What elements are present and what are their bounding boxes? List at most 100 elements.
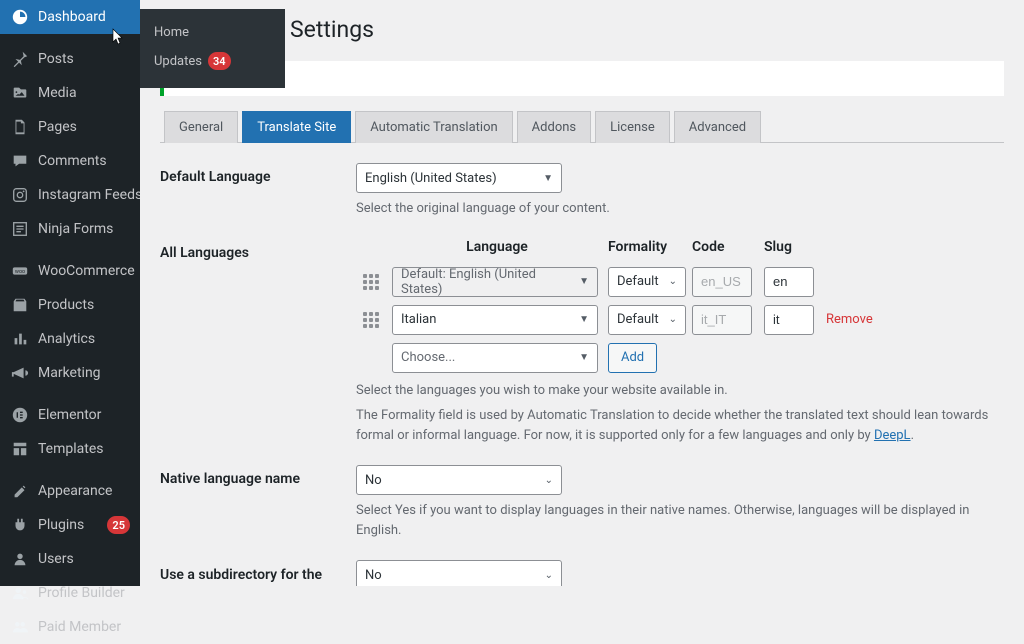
sidebar-item-label: Appearance [38,483,130,499]
settings-tabs: GeneralTranslate SiteAutomatic Translati… [160,110,1004,143]
sidebar-item-label: Users [38,551,130,567]
products-icon [10,295,30,315]
tab-translate-site[interactable]: Translate Site [242,111,351,143]
language-row: Default: English (United States)▼Default… [356,267,1004,297]
all-languages-help-2: The Formality field is used by Automatic… [356,406,1004,445]
submenu-updates[interactable]: Updates 34 [140,46,285,76]
sidebar-item-label: Analytics [38,331,130,347]
language-select-value: Italian [401,312,436,327]
admin-sidebar: Dashboard Posts Media Pages Comments Instagra… [0,0,140,586]
language-select-value: Default: English (United States) [401,267,571,297]
sidebar-item-label: Ninja Forms [38,221,130,237]
col-formality: Formality [608,239,686,255]
sidebar-item-comments[interactable]: Comments [0,144,140,178]
chevron-down-icon: ⌄ [544,475,553,486]
sidebar-item-templates[interactable]: Templates [0,432,140,466]
dashboard-submenu: Home Updates 34 [140,9,285,88]
sidebar-item-appearance[interactable]: Appearance [0,474,140,508]
all-languages-label: All Languages [160,239,356,261]
drag-handle-icon[interactable] [356,274,386,290]
settings-notice [160,61,1004,96]
add-language-placeholder: Choose... [401,350,455,365]
dashboard-icon [10,7,30,27]
default-language-help: Select the original language of your con… [356,199,1004,219]
default-language-value: English (United States) [365,171,497,186]
deepl-link[interactable]: DeepL [874,428,911,443]
sidebar-item-instagram-feeds[interactable]: Instagram Feeds [0,178,140,212]
sidebar-item-elementor[interactable]: Elementor [0,398,140,432]
media-icon [10,83,30,103]
submenu-updates-label: Updates [154,54,202,69]
col-language: Language [392,239,602,255]
chevron-down-icon: ⌄ [668,276,677,287]
drag-handle-icon[interactable] [356,312,386,328]
sidebar-item-profile-builder[interactable]: Profile Builder [0,576,140,610]
language-code-input [692,305,752,335]
sidebar-item-plugins[interactable]: Plugins25 [0,508,140,542]
default-language-select[interactable]: English (United States) ▼ [356,163,562,193]
formality-value: Default [617,312,659,327]
subdirectory-select[interactable]: No ⌄ [356,560,562,586]
analytics-icon [10,329,30,349]
language-select[interactable]: Italian▼ [392,305,598,335]
submenu-home[interactable]: Home [140,19,285,46]
language-slug-input[interactable] [764,305,814,335]
appearance-icon [10,481,30,501]
paidmember-icon [10,617,30,637]
chevron-down-icon: ▼ [579,276,589,287]
native-language-name-help: Select Yes if you want to display langua… [356,501,1004,540]
language-table-header: Language Formality Code Slug [356,239,1004,255]
instagram-icon [10,185,30,205]
col-code: Code [692,239,758,255]
submenu-home-label: Home [154,25,189,40]
elementor-icon [10,405,30,425]
tab-general[interactable]: General [164,111,238,143]
sidebar-item-label: Instagram Feeds [38,187,142,203]
page-icon [10,117,30,137]
sidebar-item-label: Media [38,85,130,101]
formality-value: Default [617,274,659,289]
add-language-button[interactable]: Add [608,343,657,373]
settings-form: Default Language English (United States)… [160,163,1004,586]
sidebar-item-posts[interactable]: Posts [0,42,140,76]
chevron-down-icon: ⌄ [544,570,553,581]
add-language-select[interactable]: Choose... ▼ [392,343,598,373]
default-language-label: Default Language [160,163,356,185]
tab-addons[interactable]: Addons [517,111,591,143]
language-select[interactable]: Default: English (United States) ▼ [392,267,598,297]
tab-license[interactable]: License [595,111,670,143]
sidebar-item-users[interactable]: Users [0,542,140,576]
remove-language-link[interactable]: Remove [826,312,892,327]
user-icon [10,549,30,569]
tab-advanced[interactable]: Advanced [674,111,761,143]
sidebar-item-label: Dashboard [38,9,130,25]
formality-select[interactable]: Default⌄ [608,305,686,335]
marketing-icon [10,363,30,383]
chevron-down-icon: ▼ [543,173,553,184]
form-icon [10,219,30,239]
native-language-name-value: No [365,473,382,488]
tab-automatic-translation[interactable]: Automatic Translation [355,111,512,143]
profile-icon [10,583,30,603]
sidebar-item-products[interactable]: Products [0,288,140,322]
native-language-name-select[interactable]: No ⌄ [356,465,562,495]
comment-icon [10,151,30,171]
subdirectory-value: No [365,568,382,583]
subdirectory-label: Use a subdirectory for the default langu… [160,560,356,586]
language-slug-input[interactable] [764,267,814,297]
all-languages-help-1: Select the languages you wish to make yo… [356,381,1004,401]
formality-select[interactable]: Default ⌄ [608,267,686,297]
sidebar-item-analytics[interactable]: Analytics [0,322,140,356]
sidebar-item-pages[interactable]: Pages [0,110,140,144]
sidebar-item-woocommerce[interactable]: wooWooCommerce [0,254,140,288]
sidebar-item-paid-member[interactable]: Paid Member [0,610,140,644]
sidebar-item-dashboard[interactable]: Dashboard [0,0,140,34]
sidebar-item-label: Pages [38,119,130,135]
updates-count-badge: 34 [208,52,231,70]
sidebar-item-media[interactable]: Media [0,76,140,110]
sidebar-item-ninja-forms[interactable]: Ninja Forms [0,212,140,246]
sidebar-item-marketing[interactable]: Marketing [0,356,140,390]
svg-text:woo: woo [15,269,25,275]
sidebar-item-label: Products [38,297,130,313]
language-row: Italian▼ Default⌄ Remove [356,305,1004,335]
